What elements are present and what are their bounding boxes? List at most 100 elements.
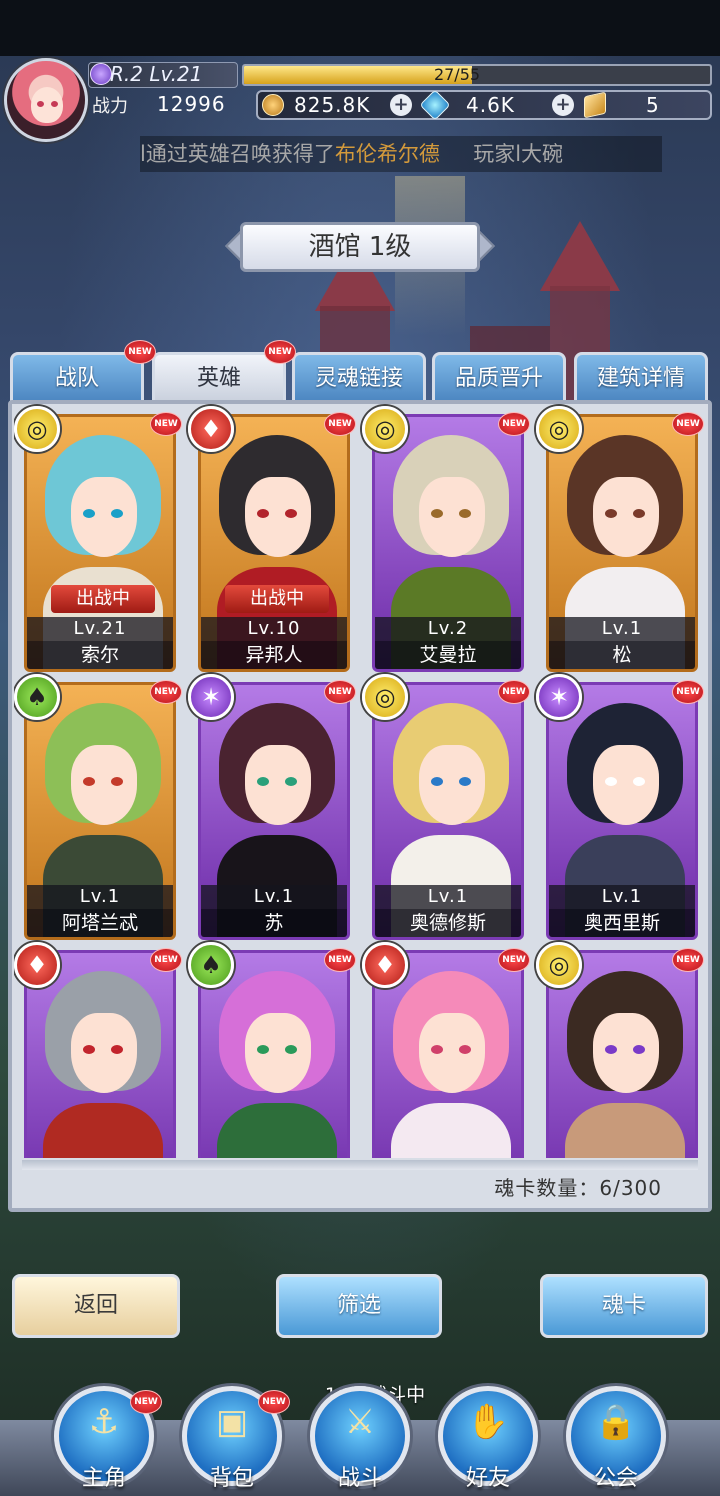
hero-name: 松 [549, 641, 695, 669]
element-purple-icon: ✶ [188, 674, 234, 720]
hero-level: Lv.10 [201, 617, 347, 641]
tab-building-details[interactable]: 建筑详情 [574, 352, 708, 402]
nav-label: 主角 [81, 1466, 126, 1491]
tab-label: 品质晋升 [454, 366, 543, 391]
gold-amount: 825.8K [294, 93, 371, 117]
hero-portrait-eye [431, 509, 443, 518]
nav-label: 战斗 [337, 1466, 382, 1491]
new-badge: NEW [672, 680, 704, 704]
element-red-icon: ♦ [14, 942, 60, 988]
back-button[interactable]: 返回 [12, 1274, 180, 1338]
hero-portrait-eye [111, 1045, 123, 1054]
new-badge: NEW [324, 412, 356, 436]
hero-portrait-face [593, 1013, 659, 1093]
hero-name: 阿塔兰忒 [27, 909, 173, 937]
hero-portrait-eye [633, 509, 645, 518]
hero-level: Lv.2 [375, 617, 521, 641]
player-avatar[interactable] [4, 58, 88, 142]
hero-portrait-eye [605, 1045, 617, 1054]
new-badge: NEW [498, 680, 530, 704]
hero-name: 奥西里斯 [549, 909, 695, 937]
gem-amount: 4.6K [466, 93, 515, 117]
power-value: 12996 [157, 92, 226, 116]
filter-button[interactable]: 筛选 [276, 1274, 442, 1338]
new-badge: NEW [150, 948, 182, 972]
rank-level: R.2 Lv.21 [110, 62, 203, 86]
helmet-icon: ⚓ [88, 1402, 120, 1442]
avatar-eye [51, 101, 58, 107]
hero-card[interactable]: Lv.1 松 [546, 414, 698, 672]
hero-portrait-face [245, 1013, 311, 1093]
tab-heroes[interactable]: 英雄 [152, 352, 286, 402]
hero-portrait-eye [285, 509, 297, 518]
hero-portrait-face [245, 745, 311, 825]
hero-card[interactable]: Lv.1 奥西里斯 [546, 682, 698, 940]
hero-portrait-body [391, 1103, 511, 1158]
element-purple-icon: ✶ [536, 674, 582, 720]
ticket-amount: 5 [646, 93, 660, 117]
avatar-eye [37, 101, 44, 107]
new-badge: NEW [324, 948, 356, 972]
hero-level: Lv.1 [375, 885, 521, 909]
new-badge: NEW [498, 412, 530, 436]
add-gem-button[interactable]: + [552, 94, 574, 116]
hero-card[interactable]: Lv.1 奥德修斯 [372, 682, 524, 940]
hero-portrait-face [593, 745, 659, 825]
hero-portrait-eye [605, 777, 617, 786]
hero-portrait-eye [633, 777, 645, 786]
element-yellow-icon: ◎ [362, 406, 408, 452]
hero-portrait-eye [431, 777, 443, 786]
crossed-swords-icon: ⚔ [344, 1402, 376, 1442]
hero-level: Lv.21 [27, 617, 173, 641]
hero-level: Lv.1 [549, 617, 695, 641]
hero-level: Lv.1 [27, 885, 173, 909]
hero-portrait-face [71, 477, 137, 557]
hero-card[interactable]: Lv.1 阿塔兰忒 [24, 682, 176, 940]
soul-card-button[interactable]: 魂卡 [540, 1274, 708, 1338]
hero-name: 艾曼拉 [375, 641, 521, 669]
tab-label: 灵魂链接 [314, 366, 403, 391]
element-green-icon: ♠ [188, 942, 234, 988]
new-badge: NEW [324, 680, 356, 704]
hero-portrait-body [43, 1103, 163, 1158]
hero-grid[interactable]: 出战中 Lv.21 索尔 ◎ NEW 出战中 Lv.10 异邦人 ♦ NEW Lv.2 艾曼拉 ◎ NEW… [14, 404, 706, 1158]
tab-team[interactable]: 战队 [10, 352, 144, 402]
deployed-badge: 出战中 [51, 585, 155, 613]
hero-portrait-eye [459, 1045, 471, 1054]
hero-portrait-eye [83, 777, 95, 786]
element-green-icon: ♠ [14, 674, 60, 720]
hero-level: Lv.1 [549, 885, 695, 909]
lock-icon: 🔒 [594, 1402, 638, 1442]
element-red-icon: ♦ [362, 942, 408, 988]
hero-card[interactable]: 出战中 Lv.21 索尔 [24, 414, 176, 672]
hero-portrait-body [565, 1103, 685, 1158]
tab-label: 英雄 [196, 366, 241, 391]
hero-card[interactable]: Lv.1 苏 [198, 682, 350, 940]
new-badge: NEW [498, 948, 530, 972]
hero-card[interactable]: Lv.2 艾曼拉 [372, 414, 524, 672]
marquee-hero-name: 布伦希尔德 [334, 142, 440, 166]
tab-soul-link[interactable]: 灵魂链接 [292, 352, 426, 402]
hero-portrait-face [419, 477, 485, 557]
hero-portrait-eye [83, 1045, 95, 1054]
new-badge: NEW [150, 680, 182, 704]
new-badge: NEW [264, 340, 296, 364]
tab-quality-upgrade[interactable]: 品质晋升 [432, 352, 566, 402]
marquee-prefix: l通过英雄召唤获得了 [140, 142, 335, 166]
announcement-marquee: l通过英雄召唤获得了布伦希尔德 玩家l大碗 [140, 136, 662, 172]
hero-portrait-eye [83, 509, 95, 518]
avatar-face [31, 87, 63, 123]
hero-portrait-eye [257, 1045, 269, 1054]
hero-card[interactable]: 出战中 Lv.10 异邦人 [198, 414, 350, 672]
backpack-icon: ▣ [215, 1402, 249, 1442]
hero-portrait-face [71, 1013, 137, 1093]
element-yellow-icon: ◎ [14, 406, 60, 452]
add-gold-button[interactable]: + [390, 94, 412, 116]
hero-portrait-eye [431, 1045, 443, 1054]
hero-portrait-eye [111, 509, 123, 518]
element-red-icon: ♦ [188, 406, 234, 452]
new-badge: NEW [672, 948, 704, 972]
hero-portrait-eye [111, 777, 123, 786]
hero-portrait-eye [459, 509, 471, 518]
hero-portrait-eye [459, 777, 471, 786]
